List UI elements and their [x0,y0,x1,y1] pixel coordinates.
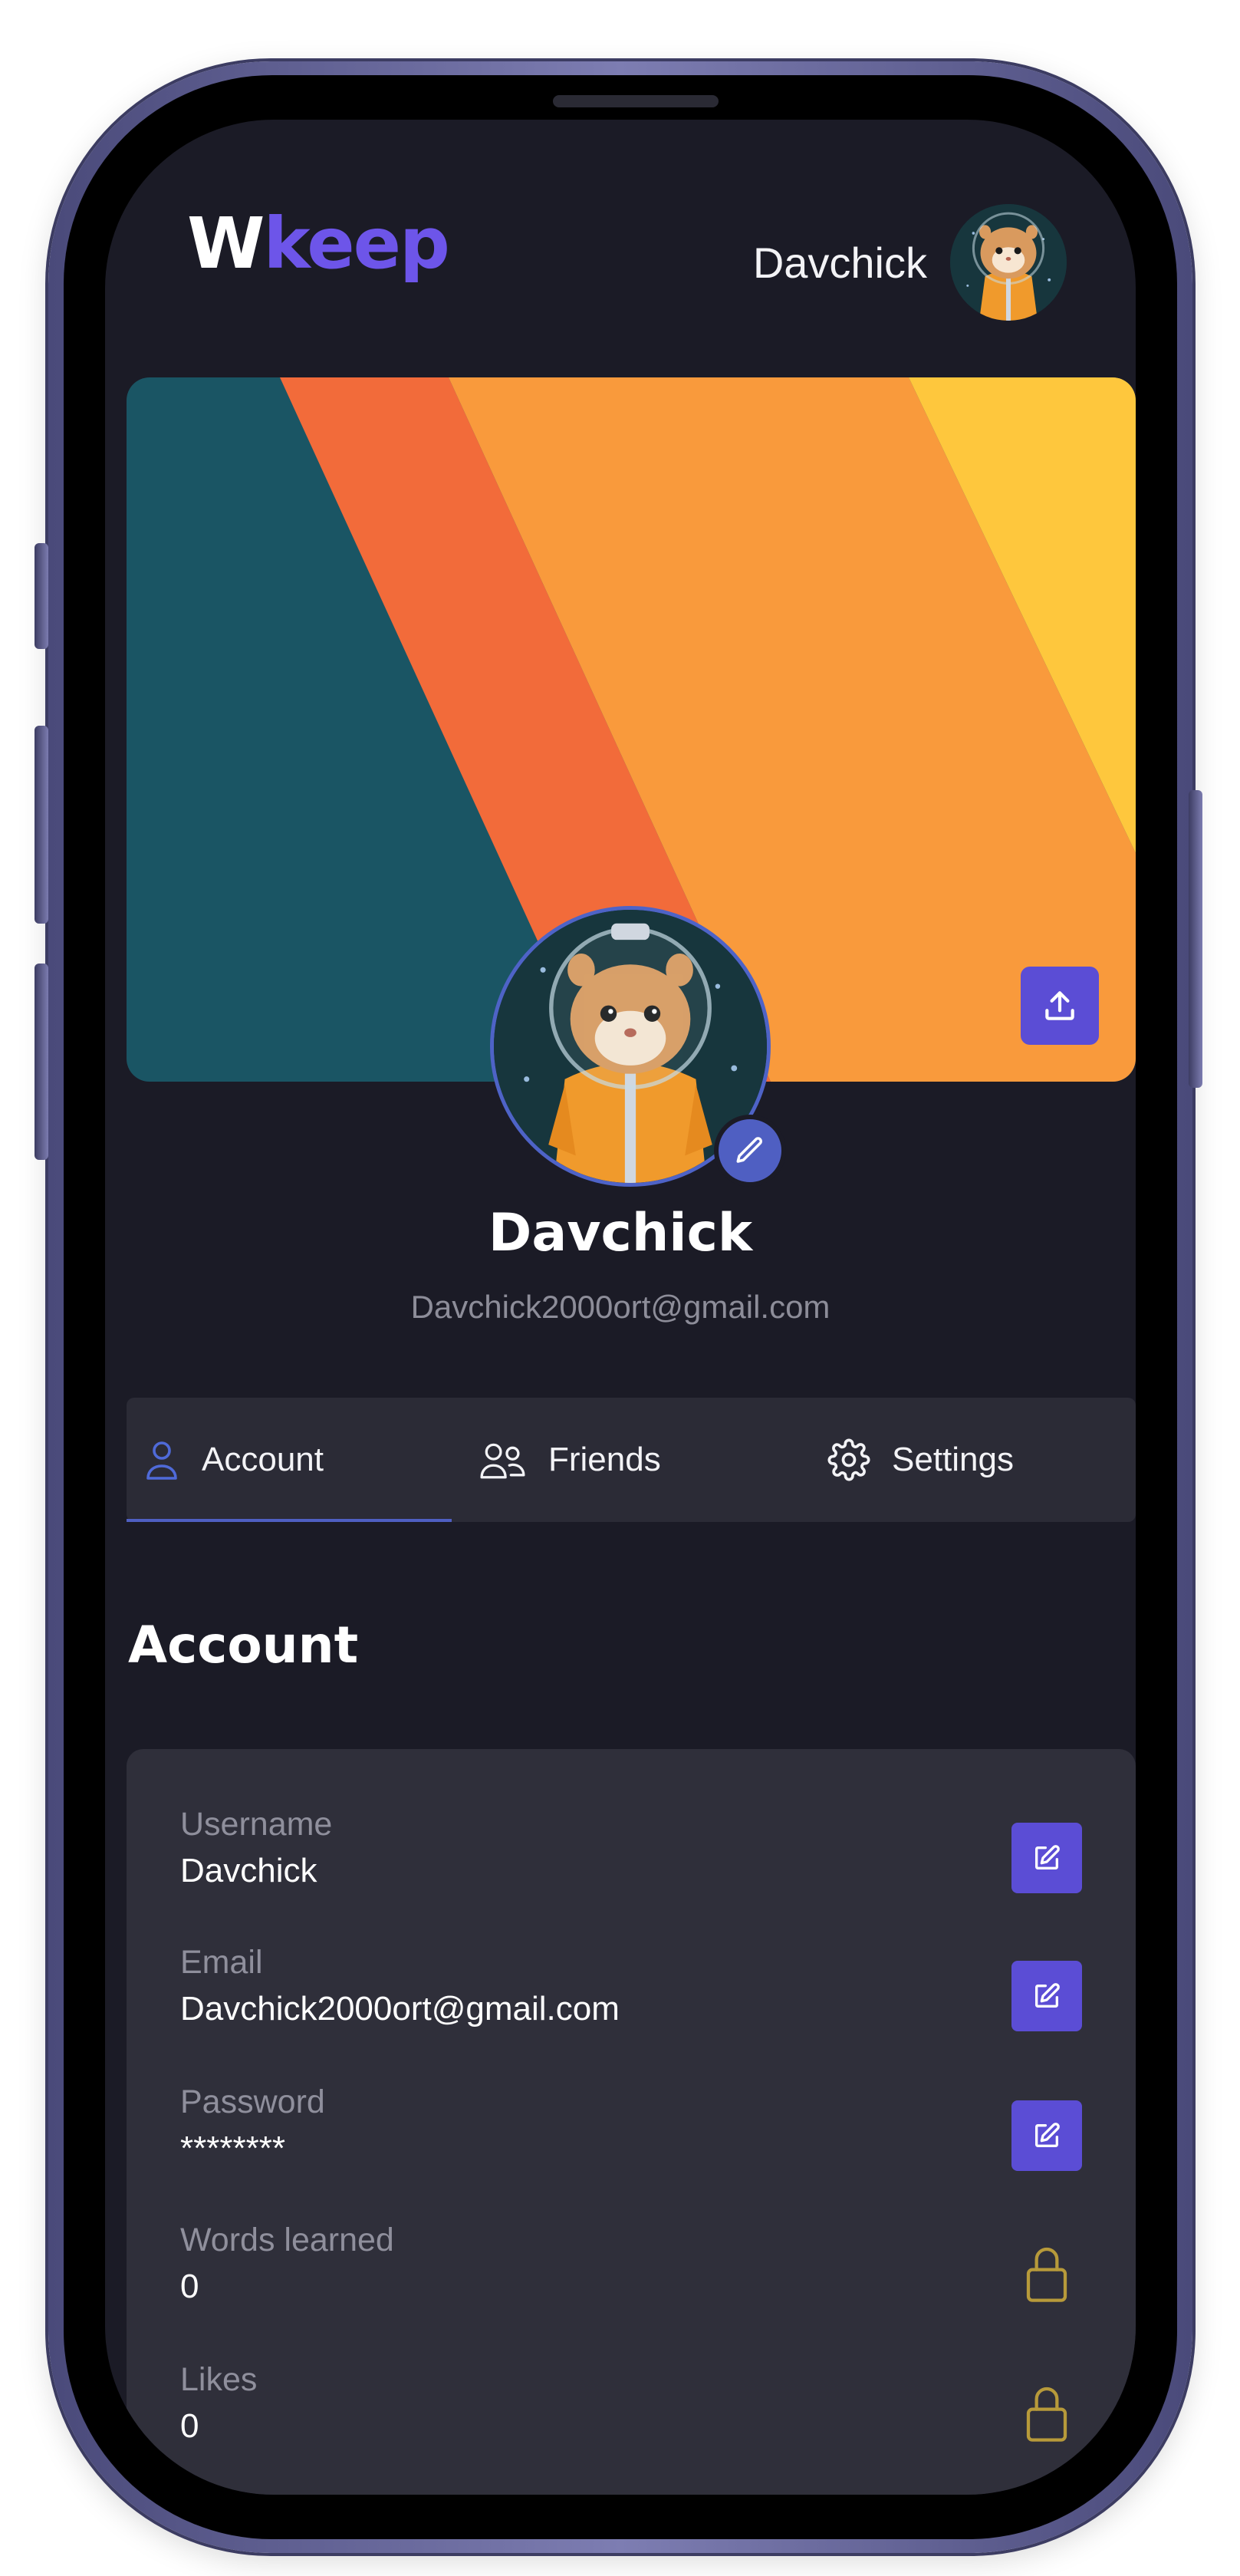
logo-part-2: keep [263,203,449,285]
phone-bezel: Wkeep Davchick Davchick Davchick2000ort@… [64,75,1177,2539]
tab-settings-label: Settings [892,1441,1014,1478]
lock-icon [1026,2387,1067,2442]
field-value: 0 [180,2268,199,2305]
field-label: Email [180,1944,263,1981]
header-username: Davchick [752,238,927,287]
edit-icon [1035,1845,1060,1869]
field-value: Davchick [180,1852,317,1889]
tab-account-label: Account [202,1441,324,1478]
profile-name: Davchick [488,1203,753,1263]
volume-down-button [35,964,48,1160]
tab-friends[interactable]: Friends [452,1398,788,1522]
field-username: Username Davchick [180,1806,1082,1921]
field-value: 0 [180,2407,199,2445]
field-email: Email Davchick2000ort@gmail.com [180,1944,1082,2059]
tab-account[interactable]: Account [127,1398,452,1522]
edit-email-button[interactable] [1011,1961,1082,2031]
field-label: Words learned [180,2222,394,2258]
field-password: Password ******** [180,2084,1082,2199]
users-icon [479,1439,527,1481]
profile-tabs: Account Friends Settings [127,1398,1136,1522]
volume-up-button [35,726,48,924]
logo-part-1: W [187,203,265,285]
speaker-grille [553,95,719,107]
section-title: Account [128,1616,359,1675]
account-card: Username Davchick Email Davchick2000ort@… [127,1749,1136,2495]
field-value: ******** [180,2130,285,2167]
field-value: Davchick2000ort@gmail.com [180,1990,620,2028]
upload-banner-button[interactable] [1021,967,1099,1045]
edit-icon [1035,2123,1060,2147]
field-label: Username [180,1806,333,1843]
app-logo[interactable]: Wkeep [187,203,450,285]
mute-switch [35,543,48,649]
pencil-icon [736,1137,762,1163]
profile-email: Davchick2000ort@gmail.com [410,1289,831,1325]
edit-password-button[interactable] [1011,2100,1082,2171]
tab-settings[interactable]: Settings [788,1398,1136,1522]
field-label: Password [180,2084,325,2120]
power-button [1189,790,1202,1088]
field-label: Likes [180,2361,258,2398]
edit-avatar-button[interactable] [714,1115,786,1187]
gear-icon [827,1438,870,1481]
user-icon [143,1438,180,1482]
edit-username-button[interactable] [1011,1823,1082,1893]
field-likes: Likes 0 [180,2361,1082,2476]
hamster-avatar-icon [950,204,1067,321]
field-words-learned: Words learned 0 [180,2222,1082,2337]
header-user-menu[interactable]: Davchick [753,204,1067,321]
lock-icon [1026,2247,1067,2302]
tab-friends-label: Friends [548,1441,661,1478]
edit-icon [1035,1983,1060,2008]
upload-icon [1045,991,1074,1020]
phone-frame: Wkeep Davchick Davchick Davchick2000ort@… [48,61,1192,2553]
app-screen: Wkeep Davchick Davchick Davchick2000ort@… [105,120,1136,2495]
header-avatar[interactable] [950,204,1067,321]
